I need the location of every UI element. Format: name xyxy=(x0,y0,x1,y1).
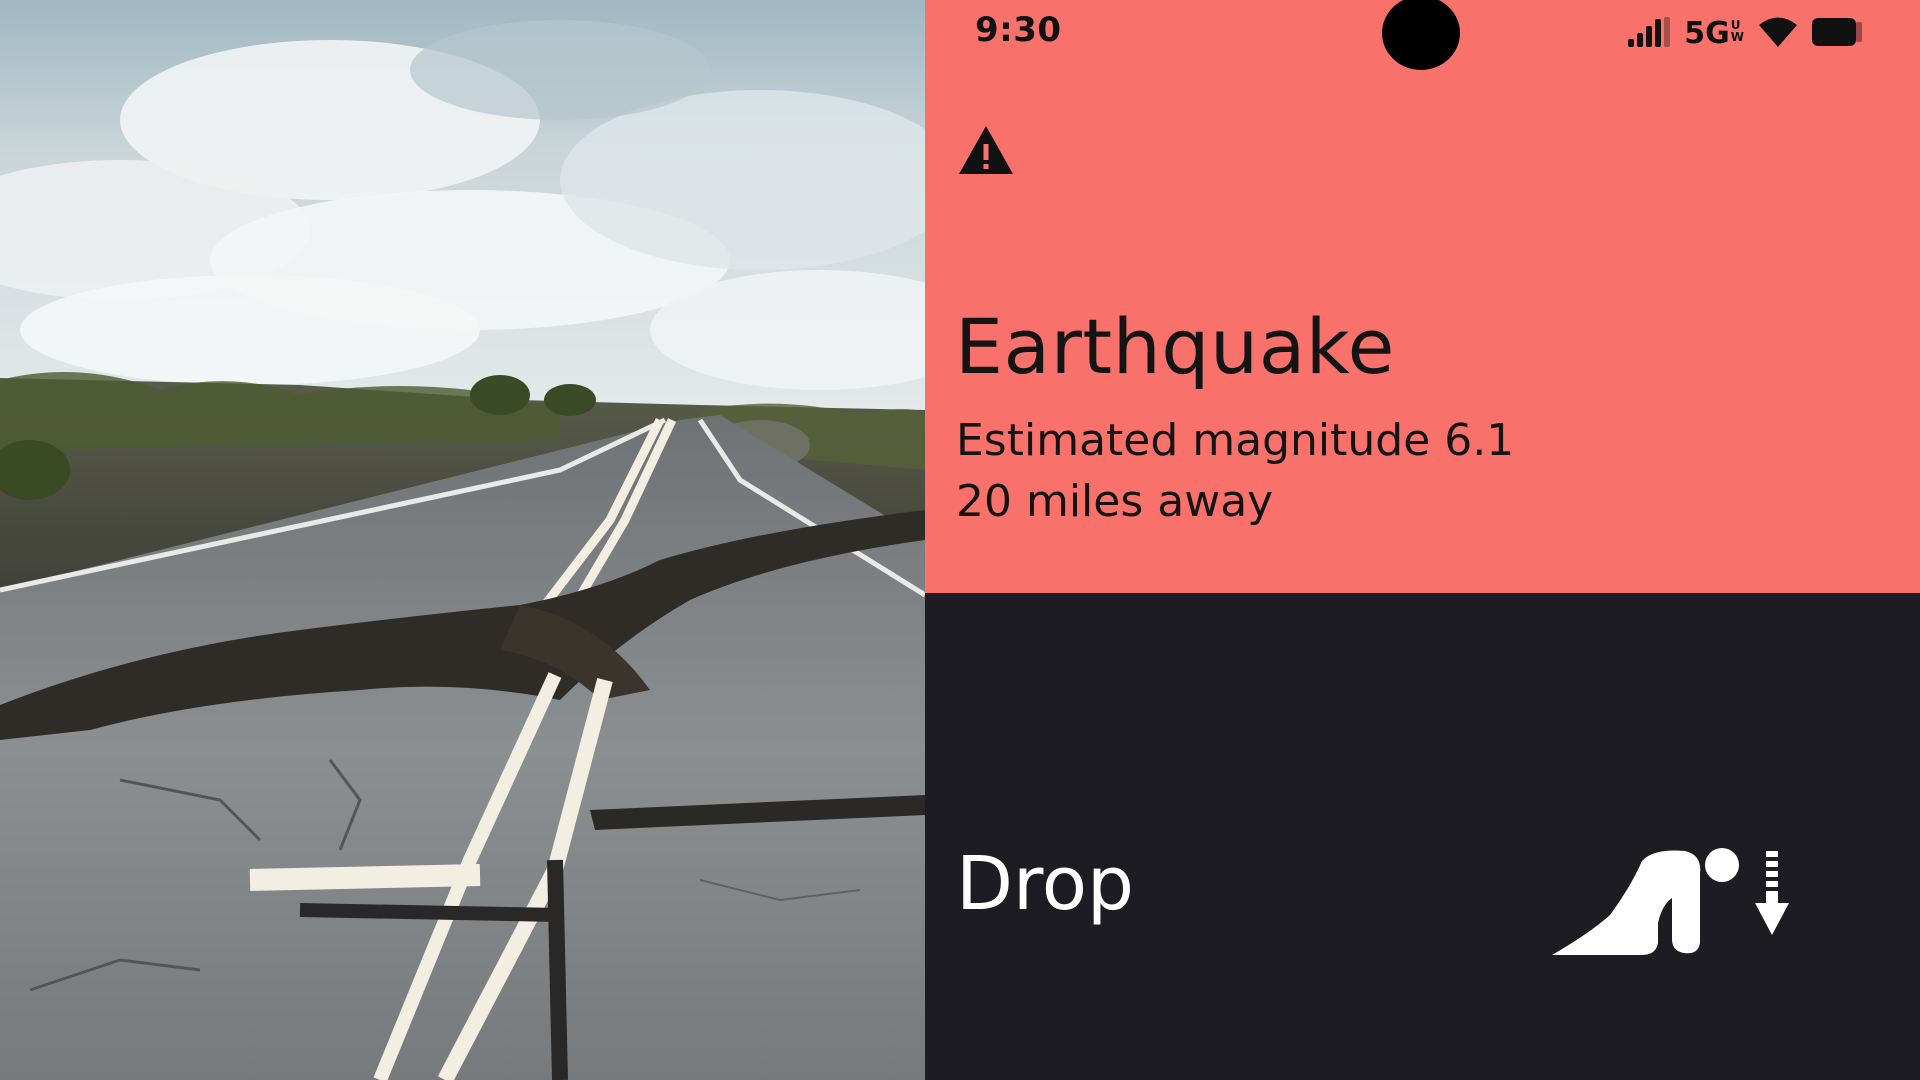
alert-magnitude: Estimated magnitude 6.1 xyxy=(956,415,1515,466)
down-arrow-icon xyxy=(1755,851,1789,935)
alert-title: Earthquake xyxy=(955,302,1395,391)
wifi-icon xyxy=(1758,16,1798,52)
drop-cover-figure-icon xyxy=(1552,848,1739,955)
status-bar: 9:30 5G U W xyxy=(925,0,1920,70)
battery-icon xyxy=(1812,16,1864,52)
network-type: 5G U W xyxy=(1684,19,1744,49)
earthquake-road-photo xyxy=(0,0,925,1080)
status-icons: 5G U W xyxy=(1628,14,1864,54)
alert-distance: 20 miles away xyxy=(956,476,1274,527)
camera-cutout xyxy=(1382,0,1460,70)
status-time: 9:30 xyxy=(975,10,1062,50)
warning-icon xyxy=(959,126,1013,174)
photo-illustration xyxy=(0,0,925,1080)
action-label: Drop xyxy=(956,841,1135,927)
alert-header: 9:30 5G U W Earthquake Estimated magnitu… xyxy=(925,0,1920,593)
network-label: 5G xyxy=(1684,16,1730,51)
action-panel: Drop xyxy=(925,593,1920,1080)
screen: 9:30 5G U W Earthquake Estimated magnitu… xyxy=(0,0,1920,1080)
phone-alert-screen: 9:30 5G U W Earthquake Estimated magnitu… xyxy=(925,0,1920,1080)
network-suffix-bottom: W xyxy=(1730,30,1744,44)
network-suffix: U W xyxy=(1731,19,1744,43)
signal-icon xyxy=(1628,17,1671,51)
